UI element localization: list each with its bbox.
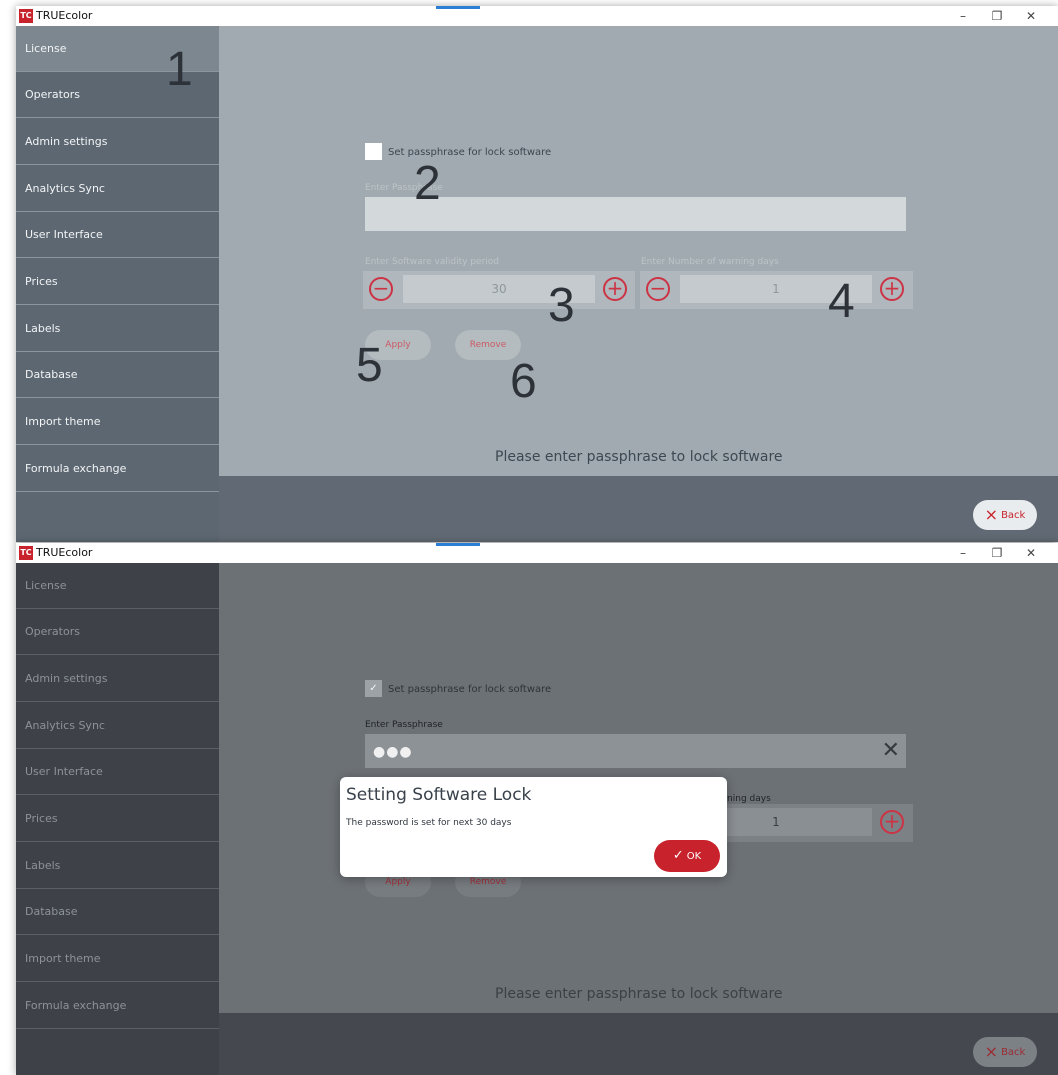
back-close-icon: × xyxy=(984,1042,999,1061)
license-panel: Set passphrase for lock software Enter P… xyxy=(219,26,1058,476)
warning-label: Enter Number of warning days xyxy=(641,257,779,267)
sidebar-item-analytics-sync[interactable]: Analytics Sync xyxy=(16,703,219,749)
close-button[interactable]: ✕ xyxy=(1014,7,1048,25)
sidebar-item-license[interactable]: License xyxy=(16,563,219,609)
sidebar-item-import-theme[interactable]: Import theme xyxy=(16,399,219,445)
sidebar-item-admin-settings[interactable]: Admin settings xyxy=(16,656,219,702)
status-message: Please enter passphrase to lock software xyxy=(495,449,783,465)
sidebar-item-user-interface[interactable]: User Interface xyxy=(16,749,219,795)
sidebar-item-analytics-sync[interactable]: Analytics Sync xyxy=(16,166,219,212)
lock-checkbox[interactable] xyxy=(365,143,382,160)
sidebar-item-labels[interactable]: Labels xyxy=(16,843,219,889)
ok-label: OK xyxy=(686,851,702,862)
software-lock-dialog: Setting Software Lock The password is se… xyxy=(340,777,727,877)
warning-stepper: − 1 + xyxy=(640,271,913,309)
sidebar-item-database[interactable]: Database xyxy=(16,889,219,935)
warning-minus-button[interactable]: − xyxy=(646,277,670,301)
validity-minus-button[interactable]: − xyxy=(369,277,393,301)
back-button[interactable]: × Back xyxy=(973,1037,1037,1067)
clear-icon[interactable]: ✕ xyxy=(882,738,900,763)
validity-stepper: − 30 + xyxy=(363,271,635,309)
title-accent-line xyxy=(436,543,480,546)
restore-button[interactable]: ❐ xyxy=(980,7,1014,25)
dialog-message: The password is set for next 30 days xyxy=(346,818,512,828)
app-logo: TC xyxy=(19,9,33,23)
back-button[interactable]: × Back xyxy=(973,500,1037,530)
passphrase-input[interactable]: ●●● ✕ xyxy=(365,734,906,768)
app-title: TRUEcolor xyxy=(36,546,93,559)
sidebar-item-formula-exchange[interactable]: Formula exchange xyxy=(16,446,219,492)
warning-plus-button[interactable]: + xyxy=(880,277,904,301)
warning-plus-button[interactable]: + xyxy=(880,810,904,834)
back-label: Back xyxy=(1001,510,1026,521)
sidebar-item-database[interactable]: Database xyxy=(16,352,219,398)
minimize-button[interactable]: – xyxy=(946,544,980,562)
sidebar-item-admin-settings[interactable]: Admin settings xyxy=(16,119,219,165)
sidebar-item-labels[interactable]: Labels xyxy=(16,306,219,352)
title-accent-line xyxy=(436,6,480,9)
annotation-3: 3 xyxy=(548,279,575,332)
sidebar-item-import-theme[interactable]: Import theme xyxy=(16,936,219,982)
sidebar-item-prices[interactable]: Prices xyxy=(16,796,219,842)
lock-checkbox[interactable]: ✓ xyxy=(365,680,382,697)
passphrase-label: Enter Passphrase xyxy=(365,720,443,730)
sidebar-item-operators[interactable]: Operators xyxy=(16,609,219,655)
back-label: Back xyxy=(1001,1047,1026,1058)
annotation-4: 4 xyxy=(828,275,855,328)
annotation-1: 1 xyxy=(166,43,193,96)
title-bar: TC TRUEcolor – ❐ ✕ xyxy=(16,6,1058,26)
screenshot-2: TC TRUEcolor – ❐ ✕ License Operators Adm… xyxy=(16,543,1058,1075)
sidebar-item-user-interface[interactable]: User Interface xyxy=(16,212,219,258)
passphrase-input[interactable] xyxy=(365,197,906,231)
check-icon: ✓ xyxy=(672,848,684,863)
annotation-5: 5 xyxy=(356,339,383,392)
validity-plus-button[interactable]: + xyxy=(603,277,627,301)
screenshot-1: TC TRUEcolor – ❐ ✕ License Operators Adm… xyxy=(16,6,1058,542)
lock-checkbox-label: Set passphrase for lock software xyxy=(388,684,552,695)
sidebar: License Operators Admin settings Analyti… xyxy=(16,26,219,542)
annotation-2: 2 xyxy=(414,157,441,210)
annotation-6: 6 xyxy=(510,355,537,408)
back-close-icon: × xyxy=(984,505,999,524)
sidebar-item-formula-exchange[interactable]: Formula exchange xyxy=(16,983,219,1029)
app-title: TRUEcolor xyxy=(36,9,93,22)
status-message: Please enter passphrase to lock software xyxy=(495,986,783,1002)
sidebar: License Operators Admin settings Analyti… xyxy=(16,563,219,1075)
title-bar: TC TRUEcolor – ❐ ✕ xyxy=(16,543,1058,563)
app-logo: TC xyxy=(19,546,33,560)
bottom-bar: × Back xyxy=(219,1013,1058,1075)
dialog-title: Setting Software Lock xyxy=(346,785,532,805)
lock-checkbox-label: Set passphrase for lock software xyxy=(388,147,552,158)
validity-label: Enter Software validity period xyxy=(365,257,499,267)
bottom-bar: × Back xyxy=(219,476,1058,542)
close-button[interactable]: ✕ xyxy=(1014,544,1048,562)
minimize-button[interactable]: – xyxy=(946,7,980,25)
sidebar-item-prices[interactable]: Prices xyxy=(16,259,219,305)
ok-button[interactable]: ✓ OK xyxy=(654,840,720,872)
restore-button[interactable]: ❐ xyxy=(980,544,1014,562)
passphrase-masked-value: ●●● xyxy=(373,744,413,760)
